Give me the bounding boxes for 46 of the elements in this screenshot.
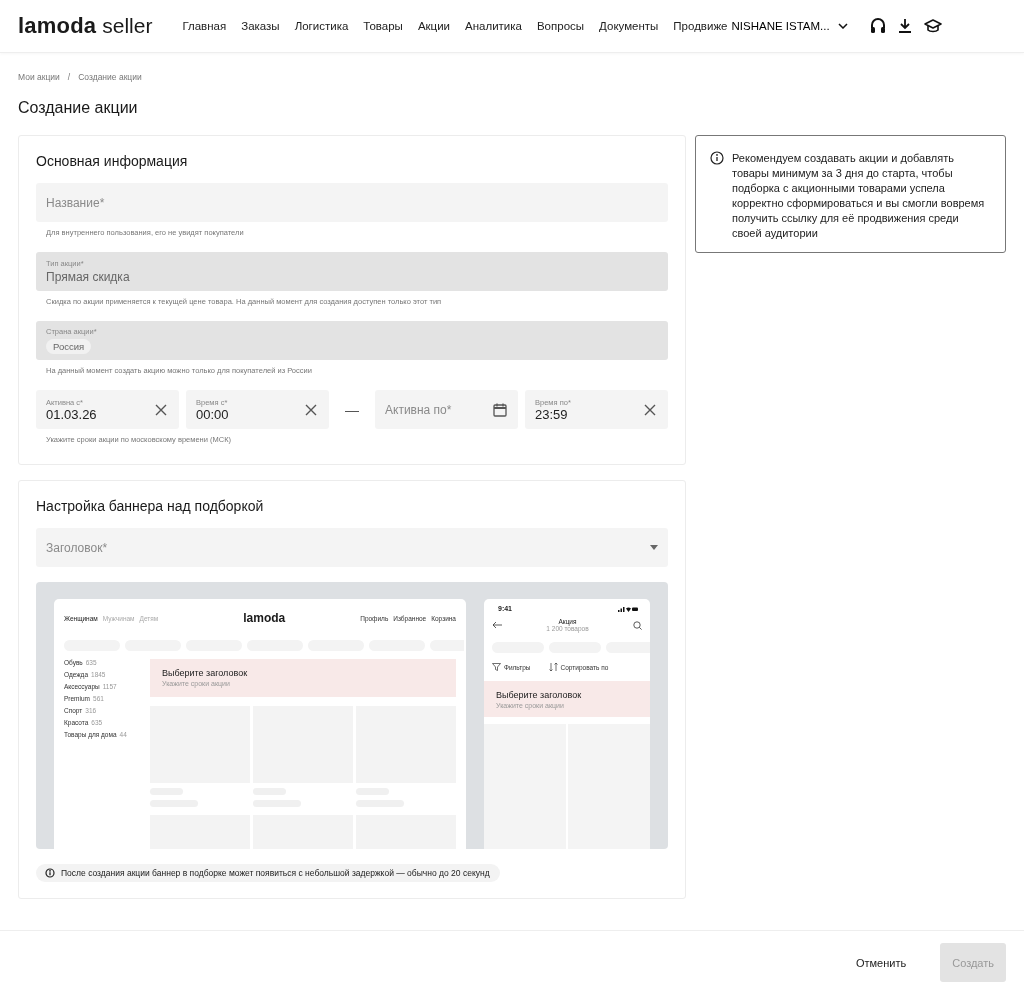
graduation-cap-icon[interactable] — [923, 18, 942, 34]
field-value: 00:00 — [196, 406, 229, 422]
range-dash: — — [344, 401, 360, 418]
sort-icon — [548, 663, 558, 671]
nav-link[interactable]: Логистика — [294, 20, 349, 32]
account-menu[interactable]: NISHANE ISTAM... — [731, 20, 848, 32]
cancel-button[interactable]: Отменить — [843, 943, 919, 982]
download-icon[interactable] — [897, 18, 912, 34]
filter-icon — [492, 663, 501, 671]
headset-icon[interactable] — [869, 17, 886, 35]
nav-link[interactable]: Заказы — [241, 20, 280, 32]
logo-suffix: seller — [102, 14, 153, 38]
nav-link[interactable]: Главная — [182, 20, 227, 32]
placeholder-text: Заголовок* — [46, 540, 108, 555]
banner-title: Выберите заголовок — [496, 690, 583, 700]
placeholder-text: Название* — [46, 195, 106, 210]
section-heading: Основная информация — [36, 153, 189, 169]
chevron-down-icon — [837, 23, 848, 29]
field-value: Прямая скидка — [46, 270, 131, 284]
nav-link[interactable]: Продвиже — [673, 20, 728, 32]
country-chip: Россия — [46, 339, 92, 354]
caret-icon — [650, 545, 658, 550]
status-icons-icon — [618, 605, 638, 612]
note-text: После создания акции баннер в подборке может появиться с небольшой задержкой — обычно до 20 секунд — [61, 868, 490, 878]
banner-title: Выберите заголовок — [162, 668, 249, 678]
info-icon — [45, 868, 55, 878]
breadcrumb-separator: / — [67, 72, 71, 82]
breadcrumb[interactable]: Мои акции — [18, 72, 60, 82]
page-title: Создание акции — [18, 99, 139, 117]
nav-link[interactable]: Документы — [599, 20, 659, 32]
mock-logo: lamoda — [243, 611, 286, 625]
nav-link[interactable]: Аналитика — [465, 20, 522, 32]
logo[interactable]: lamoda — [18, 13, 97, 39]
back-arrow-icon — [492, 621, 502, 629]
nav-link[interactable]: Вопросы — [536, 20, 585, 32]
calendar-icon — [492, 401, 508, 418]
field-value: 23:59 — [535, 406, 569, 422]
notice-text: Рекомендуем создавать акции и добавлять товары минимум за 3 дня до старта, чтобы подборка с акционными товарами успела корректно сформироваться и вы смогли вовремя получить ссылку для её продвижения среди своей аудитории — [732, 151, 986, 241]
section-heading: Настройка баннера над подборкой — [36, 498, 265, 514]
placeholder-text: Активна по* — [385, 402, 452, 417]
search-icon — [633, 620, 642, 630]
breadcrumb: Создание акции — [78, 72, 142, 82]
field-value: 01.03.26 — [46, 406, 97, 422]
nav-link[interactable]: Акции — [417, 20, 451, 32]
info-icon — [710, 151, 724, 165]
nav-link[interactable]: Товары — [363, 20, 403, 32]
